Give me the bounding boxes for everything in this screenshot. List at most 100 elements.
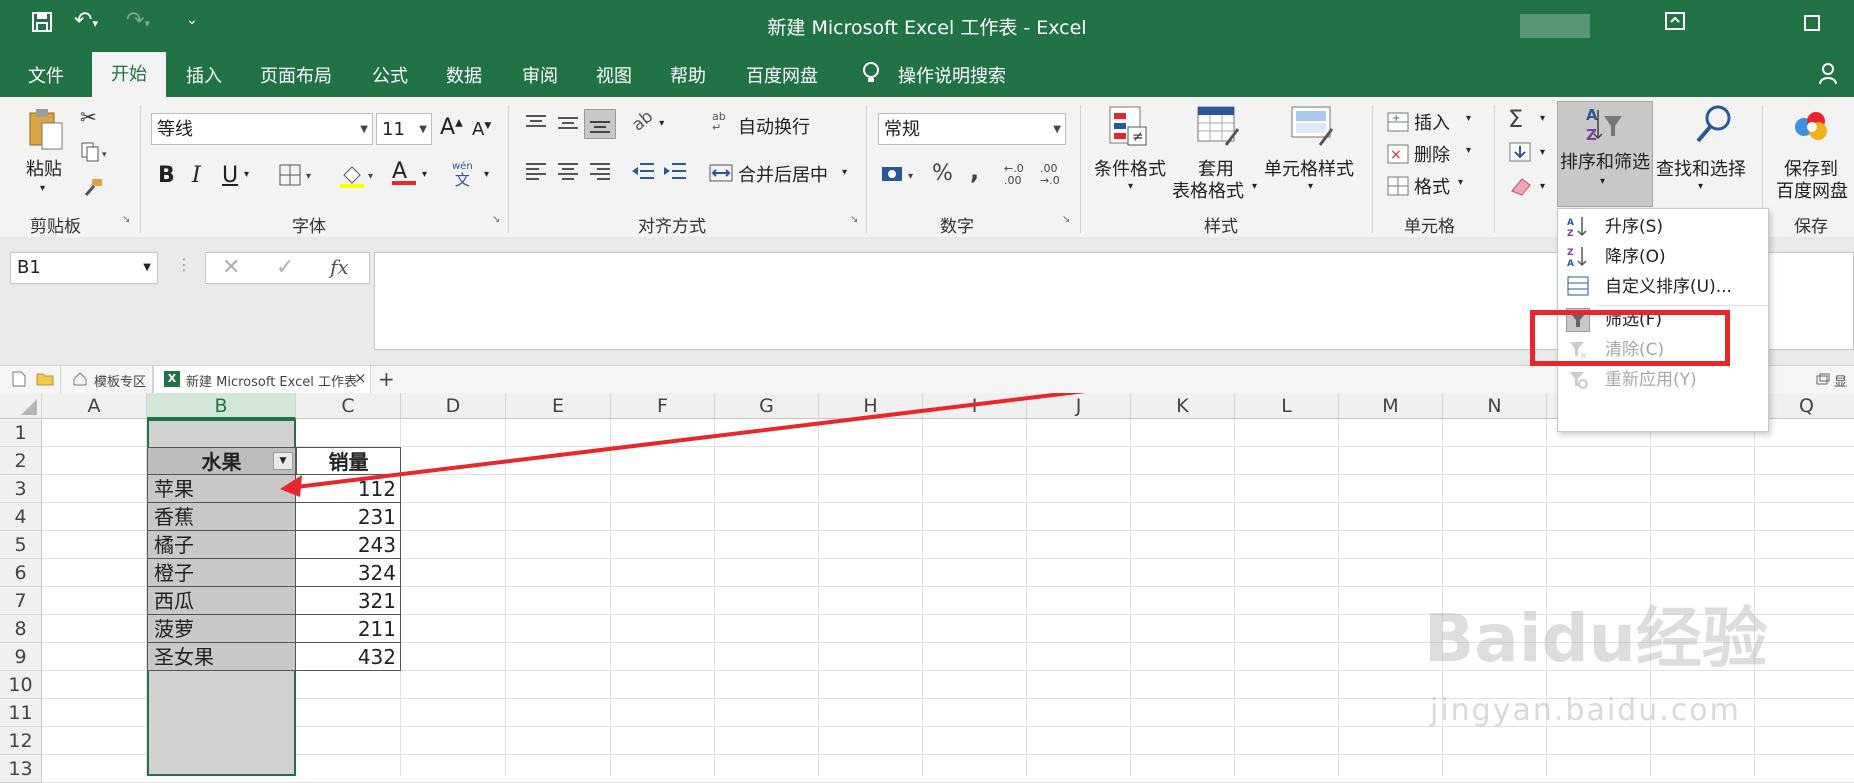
- sort-filter-button[interactable]: AZ 排序和筛选 ▾: [1557, 101, 1653, 207]
- close-icon[interactable]: ×: [354, 369, 367, 387]
- percent-button[interactable]: %: [932, 161, 953, 186]
- fill-dropdown-icon[interactable]: ▾: [1540, 147, 1545, 158]
- delete-cells-button[interactable]: 删除: [1414, 141, 1450, 167]
- italic-button[interactable]: I: [192, 163, 201, 188]
- cell-styles-button[interactable]: 单元格样式: [1264, 155, 1354, 181]
- find-select-button[interactable]: 查找和选择: [1656, 155, 1746, 181]
- clear-dropdown-icon[interactable]: ▾: [1540, 181, 1545, 192]
- clear-icon[interactable]: [1508, 175, 1532, 202]
- increase-indent-icon[interactable]: [662, 161, 688, 188]
- font-color-dropdown-icon[interactable]: ▾: [422, 169, 427, 180]
- tab-view[interactable]: 视图: [596, 62, 632, 88]
- enter-icon[interactable]: ✓: [276, 255, 294, 280]
- find-dropdown-icon[interactable]: ▾: [1698, 181, 1703, 192]
- underline-button[interactable]: U: [222, 163, 238, 188]
- bold-button[interactable]: B: [158, 163, 175, 188]
- file-tab[interactable]: X 新建 Microsoft Excel 工作表 ×: [153, 365, 371, 394]
- cell-styles-dropdown-icon[interactable]: ▾: [1308, 181, 1313, 192]
- tab-home[interactable]: 开始: [92, 52, 166, 97]
- font-launcher-icon[interactable]: ↘: [492, 214, 500, 225]
- format-cells-button[interactable]: 格式: [1414, 173, 1450, 199]
- menu-item-sort-descending[interactable]: ZA 降序(O): [1558, 241, 1768, 273]
- font-color-icon[interactable]: A: [392, 159, 416, 185]
- paste-dropdown-icon[interactable]: ▾: [40, 183, 45, 194]
- folder-icon[interactable]: [36, 372, 54, 390]
- tab-page-layout[interactable]: 页面布局: [260, 62, 332, 88]
- paste-button[interactable]: 粘贴: [26, 155, 62, 181]
- insert-cells-icon[interactable]: +: [1386, 111, 1410, 138]
- share-user-icon[interactable]: [1818, 62, 1844, 91]
- number-launcher-icon[interactable]: ↘: [1062, 214, 1070, 225]
- accounting-icon[interactable]: ▾: [880, 163, 920, 190]
- increase-decimal-button[interactable]: ←.0.00: [1004, 163, 1024, 187]
- alignment-launcher-icon[interactable]: ↘: [850, 214, 858, 225]
- decrease-indent-icon[interactable]: [630, 161, 656, 188]
- comma-button[interactable]: ,: [970, 157, 979, 185]
- save-to-netdisk-button[interactable]: 百度网盘: [1776, 177, 1848, 203]
- insert-dropdown-icon[interactable]: ▾: [1466, 113, 1471, 124]
- phonetic-dropdown-icon[interactable]: ▾: [484, 169, 489, 180]
- underline-dropdown-icon[interactable]: ▾: [244, 169, 249, 180]
- format-cells-icon[interactable]: [1386, 175, 1410, 202]
- paste-icon[interactable]: [26, 107, 66, 156]
- name-box[interactable]: B1 ▼: [10, 252, 158, 284]
- tab-help[interactable]: 帮助: [670, 62, 706, 88]
- align-bottom-button[interactable]: [584, 109, 616, 139]
- tab-baidu-netdisk[interactable]: 百度网盘: [746, 62, 818, 88]
- menu-item-custom-sort[interactable]: 自定义排序(U)...: [1558, 271, 1768, 303]
- conditional-dropdown-icon[interactable]: ▾: [1128, 181, 1133, 192]
- align-top-icon[interactable]: [524, 113, 548, 138]
- delete-dropdown-icon[interactable]: ▾: [1466, 145, 1471, 156]
- shrink-font-icon[interactable]: A▼: [472, 119, 491, 140]
- tab-file[interactable]: 文件: [28, 62, 64, 88]
- cut-icon[interactable]: ✂: [80, 105, 97, 129]
- align-middle-icon[interactable]: [556, 113, 580, 138]
- format-dropdown-icon[interactable]: ▾: [1458, 177, 1463, 188]
- autosum-dropdown-icon[interactable]: ▾: [1540, 113, 1545, 124]
- tab-review[interactable]: 审阅: [522, 62, 558, 88]
- conditional-format-icon[interactable]: ≠: [1108, 105, 1150, 154]
- borders-icon[interactable]: ▾: [278, 163, 318, 192]
- delete-cells-icon[interactable]: ×: [1386, 143, 1410, 170]
- orientation-icon[interactable]: ab ▾: [628, 107, 664, 136]
- format-table-dropdown-icon[interactable]: ▾: [1252, 181, 1257, 192]
- cancel-icon[interactable]: ✕: [222, 255, 240, 280]
- tab-insert[interactable]: 插入: [186, 62, 222, 88]
- menu-item-sort-ascending[interactable]: AZ 升序(S): [1558, 211, 1768, 243]
- phonetic-icon[interactable]: wén 文: [452, 161, 473, 190]
- home-icon[interactable]: [72, 371, 88, 391]
- align-left-icon[interactable]: [524, 161, 548, 188]
- clipboard-launcher-icon[interactable]: ↘: [122, 214, 130, 225]
- align-right-icon[interactable]: [588, 161, 612, 188]
- merge-center-button[interactable]: 合并后居中: [738, 161, 828, 187]
- wrap-text-icon[interactable]: ab ↵: [712, 111, 726, 133]
- tab-data[interactable]: 数据: [446, 62, 482, 88]
- number-format-combo[interactable]: 常规 ▼: [878, 113, 1066, 145]
- add-tab-button[interactable]: +: [378, 367, 395, 391]
- insert-cells-button[interactable]: 插入: [1414, 109, 1450, 135]
- format-as-table-icon[interactable]: [1196, 105, 1240, 154]
- tell-me-search[interactable]: 操作说明搜索: [898, 62, 1006, 88]
- menu-item-reapply[interactable]: 重新应用(Y): [1558, 364, 1768, 396]
- merge-center-icon[interactable]: [708, 163, 734, 188]
- wrap-text-button[interactable]: 自动换行: [738, 113, 810, 139]
- conditional-format-button[interactable]: 条件格式: [1094, 155, 1166, 181]
- new-doc-icon[interactable]: [12, 371, 26, 391]
- cell-styles-icon[interactable]: [1290, 105, 1334, 154]
- fill-icon[interactable]: [1508, 141, 1532, 168]
- format-as-table-button[interactable]: 表格格式: [1172, 177, 1244, 203]
- template-tab[interactable]: 模板专区: [94, 371, 146, 390]
- fill-color-icon[interactable]: ▾: [338, 161, 380, 194]
- align-center-icon[interactable]: [556, 161, 580, 188]
- insert-function-icon[interactable]: fx: [330, 255, 349, 279]
- restore-icon[interactable]: [1816, 373, 1830, 389]
- decrease-decimal-button[interactable]: .00 →.0: [1040, 163, 1060, 187]
- tab-formulas[interactable]: 公式: [372, 62, 408, 88]
- font-size-combo[interactable]: 11 ▼: [376, 113, 432, 145]
- merge-dropdown-icon[interactable]: ▾: [842, 167, 847, 178]
- ribbon-display-icon[interactable]: [1664, 10, 1686, 38]
- autosum-button[interactable]: Σ: [1508, 105, 1523, 133]
- maximize-icon[interactable]: [1804, 15, 1820, 31]
- grow-font-icon[interactable]: A▲: [440, 115, 463, 140]
- find-select-icon[interactable]: [1694, 103, 1734, 150]
